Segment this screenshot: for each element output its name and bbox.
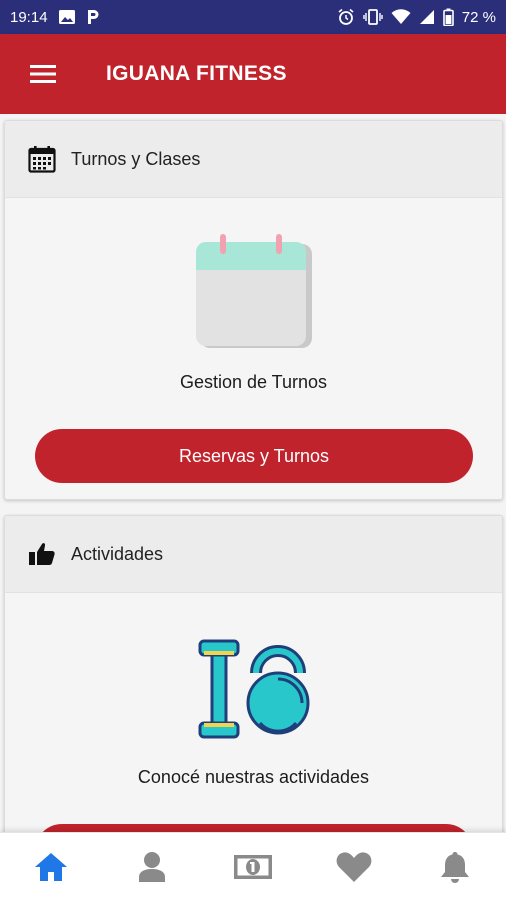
nav-notifications[interactable] [415,837,495,897]
card-header: Turnos y Clases [5,121,502,198]
dumbbell-kettlebell-illustration [198,637,310,744]
card-title: Turnos y Clases [71,148,201,169]
app-bar: IGUANA FITNESS [0,34,506,114]
status-time: 19:14 [10,8,48,26]
home-icon [34,852,67,881]
actividades-card: Actividades Conocé nuestras actividades [4,515,503,832]
user-icon [138,851,165,882]
p-app-icon [86,8,100,26]
battery-percent: 72 % [461,8,496,26]
nav-favorites[interactable] [314,837,394,897]
vibrate-icon [363,8,383,26]
image-icon [58,9,76,25]
signal-icon [419,9,435,25]
card-caption: Gestion de Turnos [179,372,328,392]
heart-icon [336,851,372,882]
reservas-turnos-button[interactable]: Reservas y Turnos [35,429,473,483]
wifi-icon [391,9,411,25]
calendar-illustration [195,234,312,355]
nav-home[interactable] [11,837,91,897]
status-bar: 19:14 72 % [0,0,506,34]
bottom-nav [0,832,506,900]
card-title: Actividades [71,543,164,564]
card-header: Actividades [5,516,502,593]
card-caption: Conocé nuestras actividades [137,767,370,787]
nav-payments[interactable] [213,837,293,897]
money-icon [233,854,272,879]
alarm-icon [337,8,355,26]
calendar-icon [27,144,57,174]
thumbs-up-icon [27,539,57,569]
nav-profile[interactable] [112,837,192,897]
battery-icon [442,8,454,26]
turnos-card: Turnos y Clases Gestion de Turnos Reserv… [4,120,503,500]
bell-icon [441,851,470,883]
actividades-button[interactable] [35,824,473,832]
app-title: IGUANA FITNESS [106,62,287,85]
menu-button[interactable] [0,34,86,114]
main-content[interactable]: Turnos y Clases Gestion de Turnos Reserv… [0,114,506,832]
hamburger-icon [30,65,56,83]
